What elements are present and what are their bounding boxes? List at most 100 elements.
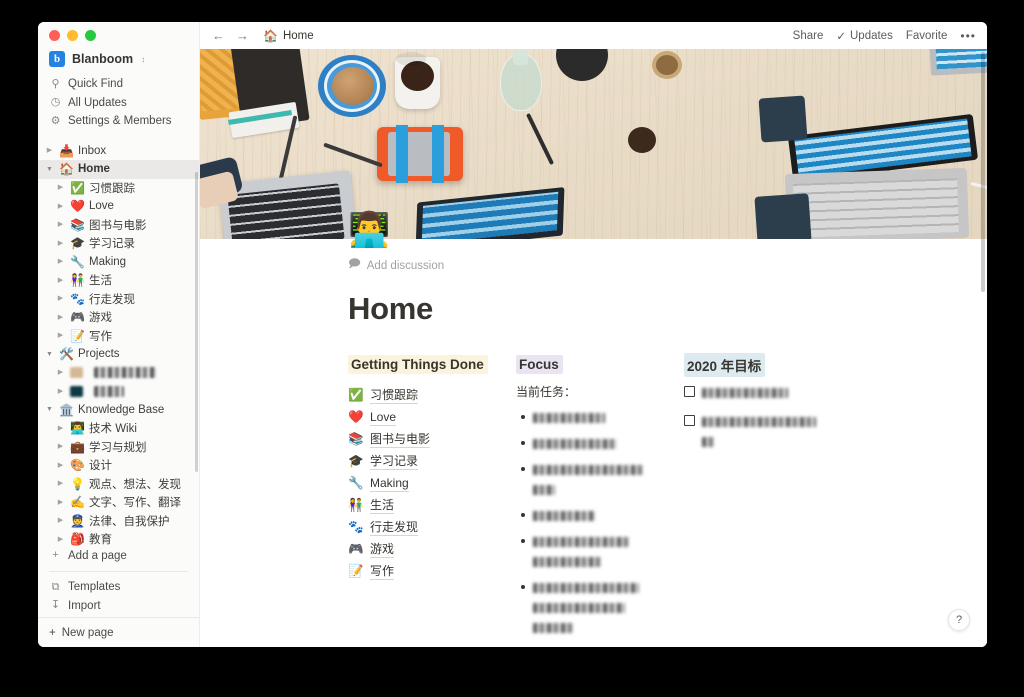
page-link-item[interactable]: 🎓 学习记录 bbox=[348, 450, 498, 472]
column-heading: 2020 年目标 bbox=[684, 352, 766, 377]
chevron-right-icon[interactable]: ▶ bbox=[44, 147, 55, 154]
sidebar-tree-item-love[interactable]: ▶ ❤️ Love bbox=[38, 197, 199, 216]
breadcrumb[interactable]: 🏠 Home bbox=[263, 29, 314, 43]
chevron-down-icon[interactable]: ▼ bbox=[44, 406, 55, 413]
close-button[interactable] bbox=[49, 30, 60, 41]
sidebar-tree-item-学习记录[interactable]: ▶ 🎓 学习记录 bbox=[38, 234, 199, 253]
chevron-right-icon[interactable]: ▶ bbox=[55, 480, 66, 487]
page-link-label: 生活 bbox=[370, 497, 395, 514]
chevron-right-icon[interactable]: ▶ bbox=[55, 517, 66, 524]
sidebar-tree-item-写作[interactable]: ▶ 📝 写作 bbox=[38, 327, 199, 346]
chevron-right-icon[interactable]: ▶ bbox=[55, 203, 66, 210]
chevron-right-icon[interactable]: ▶ bbox=[55, 443, 66, 450]
add-discussion-button[interactable]: 🗩 Add discussion bbox=[348, 256, 927, 275]
sidebar-scrollbar[interactable] bbox=[195, 172, 198, 472]
sidebar-item-all-updates[interactable]: ◷ All Updates bbox=[38, 94, 199, 113]
bullet-item[interactable] bbox=[516, 533, 666, 573]
sidebar-tree-item-label: 学习与规划 bbox=[89, 441, 147, 454]
sidebar-tree-item-法律、自我保护[interactable]: ▶ 👮 法律、自我保护 bbox=[38, 512, 199, 531]
bullet-content bbox=[533, 461, 666, 501]
sidebar-tree-item-学习与规划[interactable]: ▶ 💼 学习与规划 bbox=[38, 438, 199, 457]
sidebar-item-settings-members[interactable]: ⚙ Settings & Members bbox=[38, 112, 199, 131]
minimize-button[interactable] bbox=[67, 30, 78, 41]
sidebar-tree-item-游戏[interactable]: ▶ 🎮 游戏 bbox=[38, 308, 199, 327]
main-scrollbar[interactable] bbox=[981, 52, 985, 292]
sidebar-tree-item-redacted[interactable]: ▶ bbox=[38, 382, 199, 401]
page-link-item[interactable]: 👫 生活 bbox=[348, 494, 498, 516]
page-link-item[interactable]: 🔧 Making bbox=[348, 472, 498, 494]
chevron-right-icon[interactable]: ▶ bbox=[55, 314, 66, 321]
sidebar-item-quick-find[interactable]: ⚲ Quick Find bbox=[38, 75, 199, 94]
sidebar-tree-item-行走发现[interactable]: ▶ 🐾 行走发现 bbox=[38, 290, 199, 309]
chevron-right-icon[interactable]: ▶ bbox=[55, 258, 66, 265]
page-link-item[interactable]: 🎮 游戏 bbox=[348, 538, 498, 560]
sidebar-tree-item-技术-wiki[interactable]: ▶ 👨‍💻 技术 Wiki bbox=[38, 419, 199, 438]
sidebar-tree-item-图书与电影[interactable]: ▶ 📚 图书与电影 bbox=[38, 216, 199, 235]
todo-checkbox[interactable] bbox=[684, 415, 695, 426]
bullet-item[interactable] bbox=[516, 507, 666, 527]
chevron-right-icon[interactable]: ▶ bbox=[55, 184, 66, 191]
bullet-item[interactable] bbox=[516, 579, 666, 639]
sidebar-tree-item-redacted[interactable]: ▶ bbox=[38, 364, 199, 383]
chevron-right-icon[interactable]: ▶ bbox=[55, 221, 66, 228]
todo-item[interactable] bbox=[684, 413, 834, 453]
page-link-item[interactable]: 🐾 行走发现 bbox=[348, 516, 498, 538]
page-link-item[interactable]: 📝 写作 bbox=[348, 560, 498, 582]
sidebar-item-templates[interactable]: ⧉ Templates bbox=[38, 578, 199, 597]
bullet-content bbox=[533, 533, 666, 573]
todo-item[interactable] bbox=[684, 384, 834, 404]
chevron-right-icon[interactable]: ▶ bbox=[55, 462, 66, 469]
chevron-right-icon[interactable]: ▶ bbox=[55, 536, 66, 543]
workspace-name: Blanboom bbox=[72, 52, 134, 66]
sidebar-tree-item-making[interactable]: ▶ 🔧 Making bbox=[38, 253, 199, 272]
sidebar-tree-item-inbox[interactable]: ▶ 📥 Inbox bbox=[38, 142, 199, 161]
page-link-item[interactable]: 📚 图书与电影 bbox=[348, 428, 498, 450]
help-button[interactable]: ? bbox=[948, 609, 970, 631]
updates-button[interactable]: ✓ Updates bbox=[836, 29, 892, 43]
page-emoji-icon[interactable]: 👨‍💻 bbox=[348, 213, 927, 247]
page-link-item[interactable]: ✅ 习惯跟踪 bbox=[348, 384, 498, 406]
bullet-item[interactable] bbox=[516, 461, 666, 501]
bullet-content bbox=[533, 507, 666, 527]
chevron-right-icon[interactable]: ▶ bbox=[55, 240, 66, 247]
chevron-updown-icon: ↕ bbox=[141, 54, 146, 64]
sidebar-tree-item-knowledge-base[interactable]: ▼ 🏛️ Knowledge Base bbox=[38, 401, 199, 420]
share-button[interactable]: Share bbox=[793, 30, 824, 42]
sidebar-tree-item-home[interactable]: ▼ 🏠 Home bbox=[38, 160, 199, 179]
sidebar-tree-item-设计[interactable]: ▶ 🎨 设计 bbox=[38, 456, 199, 475]
page-emoji-icon: 💼 bbox=[70, 439, 85, 454]
bullet-content bbox=[533, 579, 666, 639]
sidebar-item-import[interactable]: ↧ Import bbox=[38, 597, 199, 616]
bullet-item[interactable] bbox=[516, 409, 666, 429]
page-cover-image[interactable] bbox=[200, 49, 987, 239]
sidebar-tree-item-观点、想法、发现[interactable]: ▶ 💡 观点、想法、发现 bbox=[38, 475, 199, 494]
sidebar-new-page-button[interactable]: + New page bbox=[38, 617, 199, 647]
zoom-button[interactable] bbox=[85, 30, 96, 41]
chevron-down-icon[interactable]: ▼ bbox=[44, 166, 55, 173]
sidebar-tree-item-生活[interactable]: ▶ 👫 生活 bbox=[38, 271, 199, 290]
workspace-switcher[interactable]: b Blanboom ↕ bbox=[38, 49, 199, 75]
chevron-right-icon[interactable]: ▶ bbox=[55, 369, 66, 376]
workspace-logo: b bbox=[49, 51, 65, 67]
todo-checkbox[interactable] bbox=[684, 386, 695, 397]
favorite-button[interactable]: Favorite bbox=[906, 30, 948, 42]
chevron-right-icon[interactable]: ▶ bbox=[55, 332, 66, 339]
chevron-right-icon[interactable]: ▶ bbox=[55, 277, 66, 284]
sidebar-tree-item-教育[interactable]: ▶ 🎒 教育 bbox=[38, 530, 199, 547]
sidebar-tree-item-projects[interactable]: ▼ 🛠️ Projects bbox=[38, 345, 199, 364]
page-link-item[interactable]: ❤️ Love bbox=[348, 406, 498, 428]
page-title[interactable]: Home bbox=[348, 291, 927, 327]
sidebar-add-a-page[interactable]: + Add a page bbox=[38, 547, 199, 566]
back-button[interactable]: ← bbox=[212, 28, 225, 43]
more-options-icon[interactable]: ••• bbox=[960, 29, 976, 43]
chevron-right-icon[interactable]: ▶ bbox=[55, 425, 66, 432]
sidebar-tree-item-文字、写作、翻译[interactable]: ▶ ✍️ 文字、写作、翻译 bbox=[38, 493, 199, 512]
sidebar-tree-item-习惯跟踪[interactable]: ▶ ✅ 习惯跟踪 bbox=[38, 179, 199, 198]
chevron-right-icon[interactable]: ▶ bbox=[55, 295, 66, 302]
page-link-label: 学习记录 bbox=[370, 453, 419, 470]
forward-button[interactable]: → bbox=[236, 28, 249, 43]
chevron-right-icon[interactable]: ▶ bbox=[55, 388, 66, 395]
chevron-down-icon[interactable]: ▼ bbox=[44, 351, 55, 358]
bullet-item[interactable] bbox=[516, 435, 666, 455]
chevron-right-icon[interactable]: ▶ bbox=[55, 499, 66, 506]
